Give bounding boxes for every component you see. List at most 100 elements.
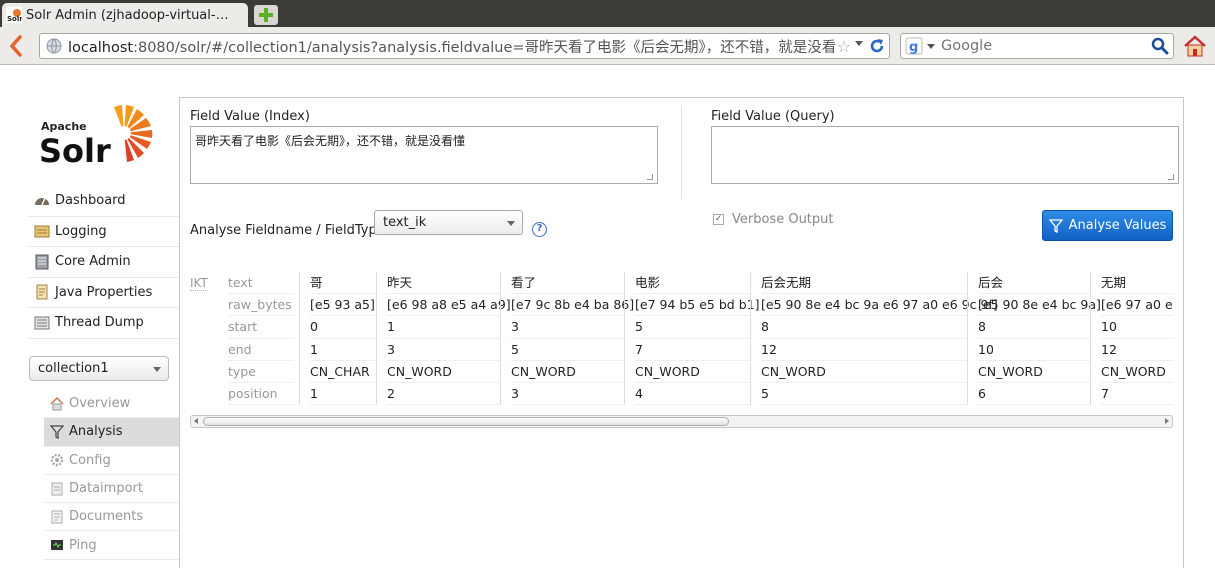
config-icon [50, 453, 64, 467]
core-item-documents[interactable]: Documents [44, 503, 179, 532]
index-value-textarea[interactable]: 哥昨天看了电影《后会无期》，还不错，就是没看懂 [190, 126, 658, 184]
token-position: 3 [511, 383, 624, 406]
verbose-output-toggle[interactable]: ✓ Verbose Output [713, 212, 834, 227]
tokenizer-name[interactable]: IKT [190, 276, 208, 291]
token-position: 6 [978, 383, 1090, 406]
token-position: 2 [387, 383, 500, 406]
nav-item-dashboard[interactable]: Dashboard [28, 186, 179, 217]
token-column: 看了 [e7 9c 8b e4 ba 86] 3 5 CN_WORD 3 [500, 272, 634, 406]
form-divider [681, 106, 682, 199]
token-column: 后会无期 [e5 90 8e e4 bc 9a e6 97 a0 e6 9c 9… [750, 272, 998, 406]
search-bar[interactable]: g [900, 33, 1174, 59]
address-bar[interactable]: localhost:8080/solr/#/collection1/analys… [39, 33, 890, 59]
core-item-label: Dataimport [69, 481, 143, 497]
apache-solr-logo[interactable]: Apache Solr [38, 103, 163, 167]
resize-grip-icon[interactable] [647, 174, 653, 180]
token-column: 哥 [e5 93 a5] 0 1 CN_CHAR 1 [299, 272, 376, 406]
core-item-label: Analysis [69, 424, 123, 440]
token-end: 12 [761, 339, 967, 361]
browser-tab-solr-admin[interactable]: Solr Solr Admin (zjhadoop-virtual-… [2, 3, 248, 27]
analyse-values-label: Analyse Values [1068, 218, 1167, 233]
token-position: 7 [1101, 383, 1173, 406]
token-position: 4 [635, 383, 750, 406]
core-item-overview[interactable]: Overview [44, 390, 179, 419]
token-type: CN_WORD [387, 361, 500, 383]
token-start: 1 [387, 316, 500, 339]
core-selector[interactable]: collection1 [29, 356, 169, 381]
token-type: CN_WORD [1101, 361, 1173, 383]
query-value-label: Field Value (Query) [711, 109, 835, 124]
help-icon[interactable]: ? [532, 222, 547, 237]
token-text: 后会 [978, 272, 1090, 295]
nav-item-label: Core Admin [55, 254, 131, 270]
nav-item-label: Thread Dump [55, 315, 144, 331]
core-item-label: Config [69, 452, 111, 468]
token-column: 昨天 [e6 98 a8 e5 a4 a9] 1 3 CN_WORD 2 [376, 272, 511, 406]
query-value-textarea[interactable] [711, 126, 1179, 184]
dataimport-icon [51, 482, 63, 496]
nav-item-java-properties[interactable]: Java Properties [28, 278, 179, 308]
analyse-values-button[interactable]: Analyse Values [1042, 210, 1173, 241]
core-admin-icon [35, 254, 49, 270]
token-text: 后会无期 [761, 272, 967, 295]
fieldtype-select[interactable]: text_ik [374, 210, 523, 235]
results-horizontal-scrollbar[interactable] [190, 415, 1173, 428]
globe-icon [46, 38, 62, 54]
token-end: 3 [387, 339, 500, 361]
token-text: 昨天 [387, 272, 500, 295]
nav-item-label: Java Properties [55, 284, 153, 300]
bookmark-star-icon[interactable]: ☆ [837, 37, 851, 56]
analysis-results: IKT text raw_bytes start end type positi… [190, 272, 1173, 406]
token-raw-bytes: [e5 90 8e e4 bc 9a e6 97 a0 e6 9c 9f] [761, 294, 998, 317]
reload-icon[interactable] [868, 37, 886, 55]
token-raw-bytes: [e5 93 a5] [310, 294, 376, 317]
search-engine-dropdown-icon[interactable] [927, 43, 935, 49]
search-input[interactable] [941, 38, 1151, 54]
nav-item-logging[interactable]: Logging [28, 217, 179, 247]
token-start: 10 [1101, 316, 1173, 339]
core-item-analysis[interactable]: Analysis [44, 418, 179, 447]
core-item-ping[interactable]: Ping [44, 531, 179, 560]
nav-item-core-admin[interactable]: Core Admin [28, 247, 179, 278]
scrollbar-thumb[interactable] [203, 417, 729, 426]
fieldname-label: Analyse Fieldname / FieldType: [190, 223, 390, 238]
token-start: 5 [635, 316, 750, 339]
logging-icon [34, 225, 50, 238]
url-history-dropdown-icon[interactable] [855, 41, 863, 46]
svg-text:Solr: Solr [39, 132, 111, 167]
scroll-right-icon[interactable] [1165, 418, 1169, 424]
token-start: 8 [978, 316, 1090, 339]
resize-grip-icon[interactable] [1168, 174, 1174, 180]
back-arrow-icon[interactable] [6, 35, 26, 57]
token-column: 后会 [e5 90 8e e4 bc 9a] 8 10 CN_WORD 6 [967, 272, 1101, 406]
core-item-dataimport[interactable]: Dataimport [44, 475, 179, 504]
row-labels: text raw_bytes start end type position [228, 272, 294, 406]
token-type: CN_WORD [511, 361, 624, 383]
token-end: 1 [310, 339, 376, 361]
nav-item-label: Dashboard [55, 193, 126, 209]
row-label: text [228, 272, 294, 295]
index-value-text: 哥昨天看了电影《后会无期》，还不错，就是没看懂 [195, 134, 466, 148]
main-navigation: Dashboard Logging Core Admin Java Proper… [28, 186, 179, 339]
core-item-config[interactable]: Config [44, 447, 179, 475]
token-end: 10 [978, 339, 1090, 361]
nav-item-thread-dump[interactable]: Thread Dump [28, 308, 179, 339]
home-icon[interactable] [1183, 34, 1207, 58]
nav-item-label: Logging [55, 223, 107, 239]
core-selector-value: collection1 [38, 361, 109, 376]
verbose-output-checkbox[interactable]: ✓ [713, 214, 724, 225]
search-icon[interactable] [1151, 37, 1169, 55]
token-position: 5 [761, 383, 967, 406]
token-position: 1 [310, 383, 376, 406]
token-column: 无期 [e6 97 a0 e6 9c 9f] 10 12 CN_WORD 7 [1090, 272, 1173, 406]
token-text: 电影 [635, 272, 750, 295]
fieldtype-value: text_ik [383, 215, 427, 230]
core-item-label: Documents [69, 509, 144, 525]
core-navigation: Overview Analysis Config Dataimport Docu… [44, 390, 179, 560]
scroll-left-icon[interactable] [194, 418, 198, 424]
new-tab-button[interactable] [254, 5, 278, 25]
token-text: 哥 [310, 272, 376, 295]
browser-toolbar: localhost:8080/solr/#/collection1/analys… [0, 27, 1215, 65]
token-start: 8 [761, 316, 967, 339]
index-value-label: Field Value (Index) [190, 109, 310, 124]
